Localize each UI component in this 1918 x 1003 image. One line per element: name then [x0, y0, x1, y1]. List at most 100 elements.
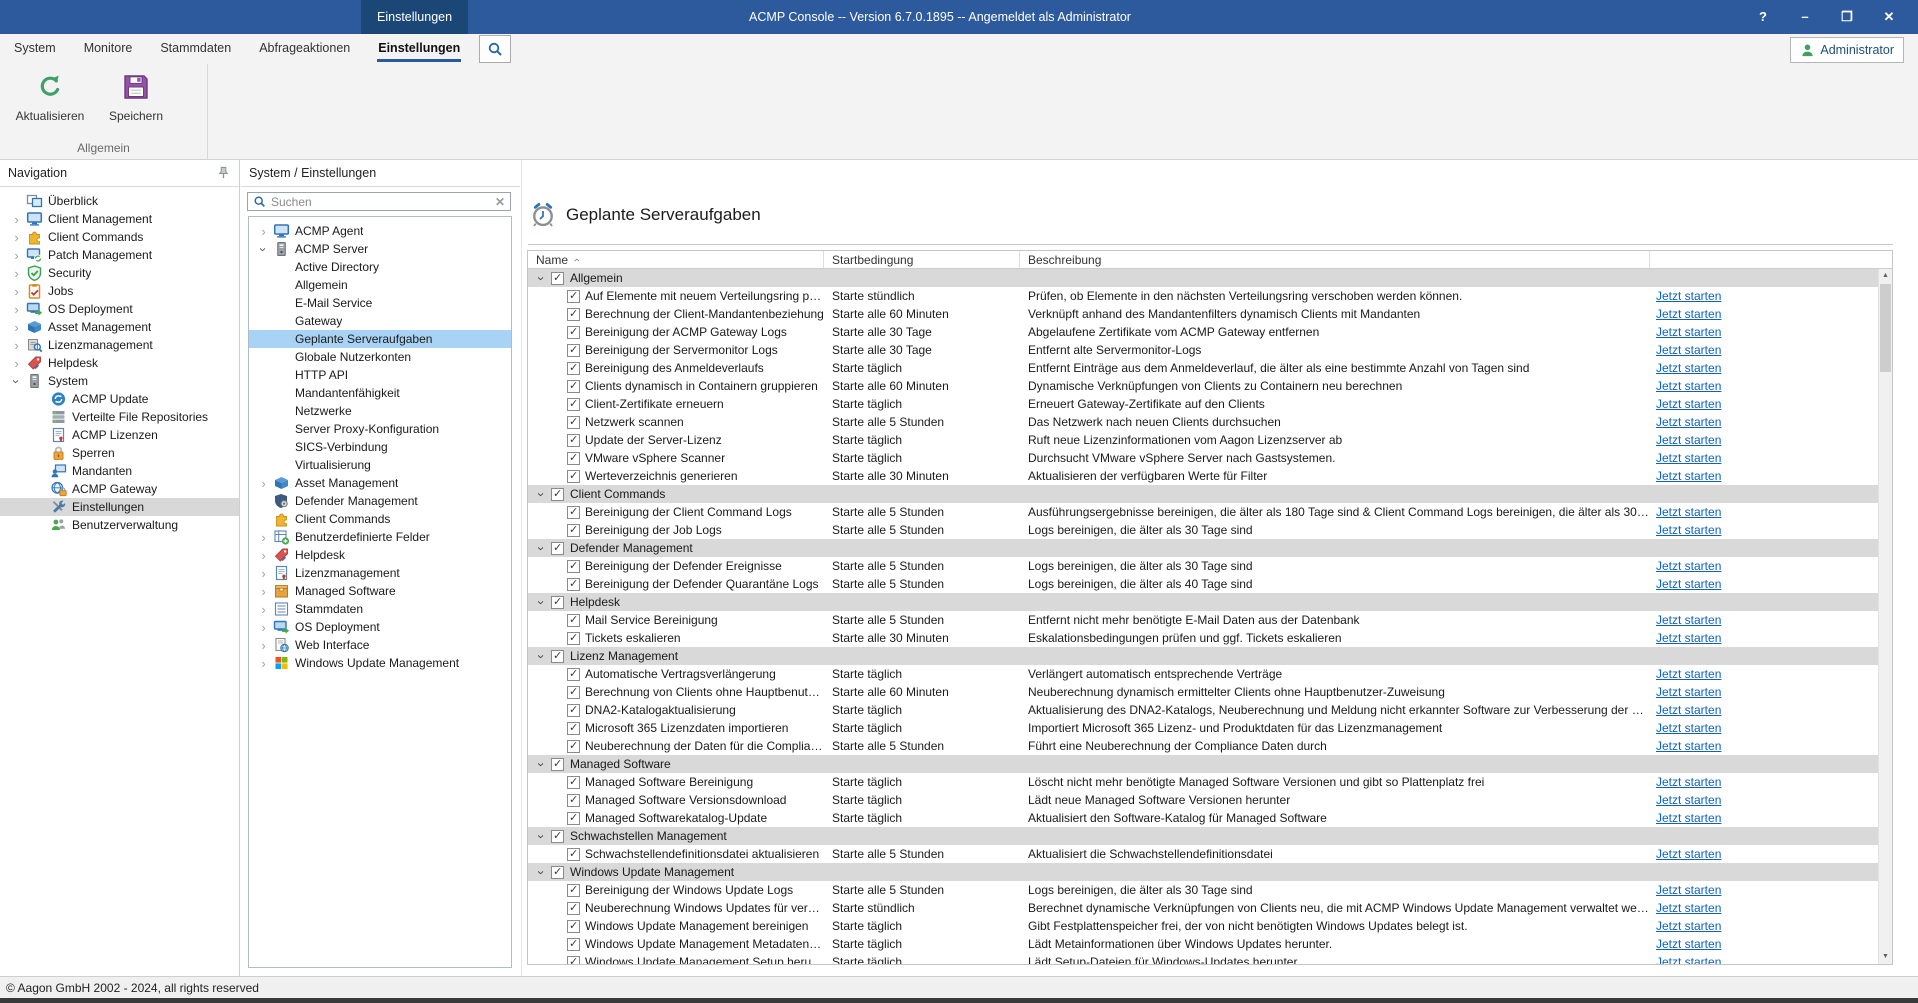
jetzt-starten-link[interactable]: Jetzt starten	[1656, 379, 1721, 393]
jetzt-starten-link[interactable]: Jetzt starten	[1656, 775, 1721, 789]
settings-item-acmp-server[interactable]: ›ACMP Server	[249, 240, 511, 258]
aktualisieren-button[interactable]: Aktualisieren	[14, 72, 86, 123]
task-group-row-lizenz-management[interactable]: ›Lizenz Management	[528, 647, 1878, 665]
jetzt-starten-link[interactable]: Jetzt starten	[1656, 739, 1721, 753]
chevron-collapsed-icon[interactable]: ›	[10, 321, 23, 334]
nav-item-acmp-gateway[interactable]: ACMP Gateway	[0, 480, 239, 498]
task-checkbox[interactable]	[567, 902, 580, 915]
nav-item-einstellungen[interactable]: Einstellungen	[0, 498, 239, 516]
task-checkbox[interactable]	[567, 416, 580, 429]
task-checkbox[interactable]	[567, 308, 580, 321]
jetzt-starten-link[interactable]: Jetzt starten	[1656, 451, 1721, 465]
settings-item-client-commands[interactable]: Client Commands	[249, 510, 511, 528]
nav-item-asset-management[interactable]: ›Asset Management	[0, 318, 239, 336]
jetzt-starten-link[interactable]: Jetzt starten	[1656, 937, 1721, 951]
settings-item-acmp-agent[interactable]: ›ACMP Agent	[249, 222, 511, 240]
nav-item-verteilte-file-repositories[interactable]: Verteilte File Repositories	[0, 408, 239, 426]
task-checkbox[interactable]	[567, 362, 580, 375]
menu-tab-abfrageaktionen[interactable]: Abfrageaktionen	[245, 34, 364, 64]
column-header-startbedingung[interactable]: Startbedingung	[824, 251, 1020, 268]
settings-item-windows-update-management[interactable]: ›Windows Update Management	[249, 654, 511, 672]
chevron-collapsed-icon[interactable]: ›	[257, 567, 270, 580]
nav-item-berblick[interactable]: Überblick	[0, 192, 239, 210]
nav-item-os-deployment[interactable]: ›OS Deployment	[0, 300, 239, 318]
chevron-collapsed-icon[interactable]: ›	[257, 477, 270, 490]
task-checkbox[interactable]	[567, 344, 580, 357]
jetzt-starten-link[interactable]: Jetzt starten	[1656, 721, 1721, 735]
jetzt-starten-link[interactable]: Jetzt starten	[1656, 703, 1721, 717]
jetzt-starten-link[interactable]: Jetzt starten	[1656, 559, 1721, 573]
jetzt-starten-link[interactable]: Jetzt starten	[1656, 667, 1721, 681]
jetzt-starten-link[interactable]: Jetzt starten	[1656, 361, 1721, 375]
chevron-collapsed-icon[interactable]: ›	[257, 657, 270, 670]
task-checkbox[interactable]	[567, 938, 580, 951]
task-checkbox[interactable]	[567, 578, 580, 591]
jetzt-starten-link[interactable]: Jetzt starten	[1656, 397, 1721, 411]
settings-item-mandantenf-higkeit[interactable]: Mandantenfähigkeit	[249, 384, 511, 402]
chevron-collapsed-icon[interactable]: ›	[257, 549, 270, 562]
chevron-expanded-icon[interactable]: ›	[10, 375, 23, 388]
task-group-row-schwachstellen-management[interactable]: ›Schwachstellen Management	[528, 827, 1878, 845]
task-checkbox[interactable]	[567, 380, 580, 393]
menu-tab-system[interactable]: System	[0, 34, 70, 64]
settings-item-managed-software[interactable]: ›Managed Software	[249, 582, 511, 600]
group-checkbox[interactable]	[551, 488, 564, 501]
clear-search-icon[interactable]: ✕	[495, 195, 505, 209]
jetzt-starten-link[interactable]: Jetzt starten	[1656, 343, 1721, 357]
task-checkbox[interactable]	[567, 452, 580, 465]
chevron-collapsed-icon[interactable]: ›	[257, 531, 270, 544]
nav-item-security[interactable]: ›Security	[0, 264, 239, 282]
settings-item-sics-verbindung[interactable]: SICS-Verbindung	[249, 438, 511, 456]
task-checkbox[interactable]	[567, 398, 580, 411]
settings-search-input[interactable]: Suchen ✕	[247, 192, 511, 211]
chevron-expanded-icon[interactable]: ›	[535, 866, 548, 879]
menu-tab-monitore[interactable]: Monitore	[70, 34, 147, 64]
task-group-row-managed-software[interactable]: ›Managed Software	[528, 755, 1878, 773]
nav-item-sperren[interactable]: Sperren	[0, 444, 239, 462]
jetzt-starten-link[interactable]: Jetzt starten	[1656, 523, 1721, 537]
jetzt-starten-link[interactable]: Jetzt starten	[1656, 811, 1721, 825]
chevron-collapsed-icon[interactable]: ›	[10, 357, 23, 370]
chevron-expanded-icon[interactable]: ›	[535, 272, 548, 285]
chevron-collapsed-icon[interactable]: ›	[257, 585, 270, 598]
settings-item-benutzerdefinierte-felder[interactable]: ›Benutzerdefinierte Felder	[249, 528, 511, 546]
settings-item-allgemein[interactable]: Allgemein	[249, 276, 511, 294]
jetzt-starten-link[interactable]: Jetzt starten	[1656, 883, 1721, 897]
task-checkbox[interactable]	[567, 722, 580, 735]
chevron-collapsed-icon[interactable]: ›	[10, 285, 23, 298]
jetzt-starten-link[interactable]: Jetzt starten	[1656, 847, 1721, 861]
group-checkbox[interactable]	[551, 650, 564, 663]
scroll-up-icon[interactable]: ▲	[1879, 269, 1892, 283]
table-scrollbar[interactable]: ▲ ▼	[1878, 269, 1892, 964]
settings-item-globale-nutzerkonten[interactable]: Globale Nutzerkonten	[249, 348, 511, 366]
jetzt-starten-link[interactable]: Jetzt starten	[1656, 919, 1721, 933]
jetzt-starten-link[interactable]: Jetzt starten	[1656, 901, 1721, 915]
jetzt-starten-link[interactable]: Jetzt starten	[1656, 325, 1721, 339]
document-tab[interactable]: Einstellungen	[361, 0, 468, 34]
settings-item-defender-management[interactable]: Defender Management	[249, 492, 511, 510]
nav-item-mandanten[interactable]: Mandanten	[0, 462, 239, 480]
chevron-collapsed-icon[interactable]: ›	[257, 639, 270, 652]
scrollbar-thumb[interactable]	[1880, 284, 1891, 372]
chevron-expanded-icon[interactable]: ›	[535, 596, 548, 609]
task-checkbox[interactable]	[567, 848, 580, 861]
group-checkbox[interactable]	[551, 758, 564, 771]
chevron-expanded-icon[interactable]: ›	[535, 542, 548, 555]
settings-item-gateway[interactable]: Gateway	[249, 312, 511, 330]
nav-item-acmp-update[interactable]: ACMP Update	[0, 390, 239, 408]
settings-item-server-proxy-konfiguration[interactable]: Server Proxy-Konfiguration	[249, 420, 511, 438]
settings-item-stammdaten[interactable]: ›Stammdaten	[249, 600, 511, 618]
task-checkbox[interactable]	[567, 506, 580, 519]
group-checkbox[interactable]	[551, 272, 564, 285]
task-checkbox[interactable]	[567, 704, 580, 717]
settings-item-http-api[interactable]: HTTP API	[249, 366, 511, 384]
jetzt-starten-link[interactable]: Jetzt starten	[1656, 631, 1721, 645]
menu-tab-einstellungen[interactable]: Einstellungen	[364, 34, 474, 64]
group-checkbox[interactable]	[551, 830, 564, 843]
task-group-row-windows-update-management[interactable]: ›Windows Update Management	[528, 863, 1878, 881]
jetzt-starten-link[interactable]: Jetzt starten	[1656, 415, 1721, 429]
settings-item-helpdesk[interactable]: ›Helpdesk	[249, 546, 511, 564]
chevron-expanded-icon[interactable]: ›	[535, 758, 548, 771]
group-checkbox[interactable]	[551, 866, 564, 879]
task-group-row-allgemein[interactable]: ›Allgemein	[528, 269, 1878, 287]
